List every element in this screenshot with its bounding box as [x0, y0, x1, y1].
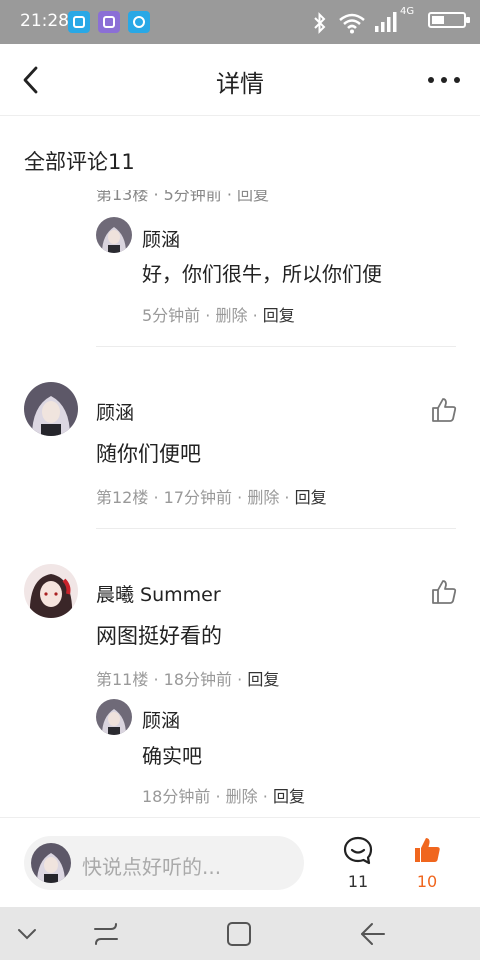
commenter-name[interactable]: 顾涵 — [96, 398, 134, 425]
commenter-name[interactable]: 晨曦 Summer — [96, 580, 221, 607]
reply-link[interactable]: 回复 — [263, 306, 295, 325]
comment-time: 17分钟前 — [163, 488, 233, 507]
more-dots-icon — [428, 77, 460, 83]
comment-input-bar: 快说点好听的... 11 10 — [0, 817, 480, 907]
more-options-button[interactable] — [426, 68, 462, 92]
top-navigation-bar: 详情 — [0, 44, 480, 116]
comment-text: 网图挺好看的 — [96, 624, 222, 648]
bluetooth-icon — [314, 12, 326, 34]
comment-text: 随你们便吧 — [96, 442, 201, 466]
comment-text: 确实吧 — [142, 744, 202, 768]
avatar[interactable] — [24, 382, 78, 436]
comment-time: 18分钟前 — [163, 670, 233, 689]
comment-meta: 5分钟前 · 删除 · 回复 — [142, 306, 295, 325]
like-count: 10 — [416, 872, 438, 891]
gallery-notification-icon — [98, 11, 120, 33]
battery-icon — [428, 12, 470, 28]
wifi-icon — [339, 13, 365, 34]
status-time: 21:28 — [20, 11, 69, 31]
like-button[interactable] — [431, 397, 457, 423]
app-notification-icon — [68, 11, 90, 33]
comment-bubble-icon — [343, 836, 373, 865]
comment-time: 5分钟前 — [142, 306, 201, 325]
chevron-down-icon[interactable] — [16, 926, 38, 942]
divider — [96, 346, 456, 347]
comment-meta: 第12楼 · 17分钟前 · 删除 · 回复 — [96, 488, 327, 507]
comments-button[interactable]: 11 — [338, 836, 378, 892]
all-comments-heading: 全部评论11 — [24, 150, 135, 174]
comment-time: 18分钟前 — [142, 787, 211, 806]
floor-number: 第12楼 — [96, 488, 149, 507]
back-nav-icon[interactable] — [358, 921, 388, 947]
signal-icon — [375, 12, 397, 32]
reply-link[interactable]: 回复 — [247, 670, 279, 689]
commenter-name[interactable]: 顾涵 — [142, 225, 180, 252]
delete-link[interactable]: 删除 — [215, 306, 247, 325]
floor-number: 第11楼 — [96, 670, 149, 689]
comment-input[interactable]: 快说点好听的... — [24, 836, 304, 890]
avatar[interactable] — [24, 564, 78, 618]
comment-text: 好，你们很牛，所以你们便 — [142, 262, 382, 286]
avatar[interactable] — [96, 217, 132, 253]
comment-count: 11 — [347, 872, 369, 891]
delete-link[interactable]: 删除 — [226, 787, 258, 806]
comment-input-placeholder: 快说点好听的... — [82, 855, 222, 879]
home-icon[interactable] — [225, 920, 253, 948]
delete-link[interactable]: 删除 — [247, 488, 279, 507]
reply-link[interactable]: 回复 — [273, 787, 305, 806]
like-post-button[interactable]: 10 — [407, 836, 447, 892]
clipped-meta-row: 第13楼 · 5分钟前 · 回复 — [96, 190, 270, 202]
commenter-name[interactable]: 顾涵 — [142, 706, 180, 733]
comment-meta: 18分钟前 · 删除 · 回复 — [142, 787, 305, 806]
divider — [96, 528, 456, 529]
thumbs-up-icon — [432, 580, 457, 604]
avatar[interactable] — [96, 699, 132, 735]
like-button[interactable] — [431, 579, 457, 605]
recents-icon[interactable] — [92, 921, 120, 947]
comment-meta: 第11楼 · 18分钟前 · 回复 — [96, 670, 280, 689]
system-navigation-bar — [0, 907, 480, 960]
thumbs-up-icon — [432, 398, 457, 422]
page-title: 详情 — [216, 70, 264, 98]
avatar — [31, 843, 71, 883]
network-type: 4G — [400, 6, 415, 17]
status-bar: 21:28 4G — [0, 0, 480, 44]
reply-link[interactable]: 回复 — [295, 488, 327, 507]
thumbs-up-icon — [415, 838, 440, 862]
message-notification-icon — [128, 11, 150, 33]
